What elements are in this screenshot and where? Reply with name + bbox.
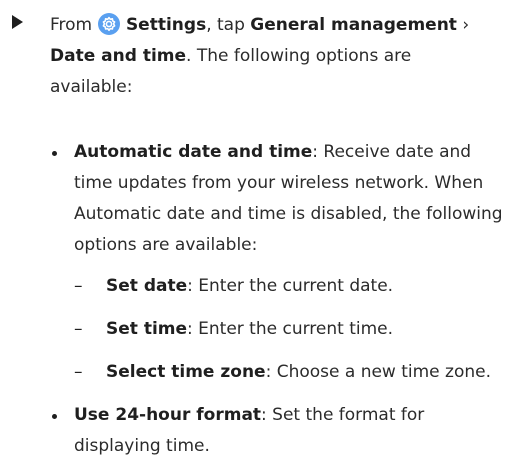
step-text: From Settings, tap General management › … <box>50 10 490 103</box>
dash-icon: – <box>74 362 83 382</box>
gear-icon <box>97 13 120 35</box>
sub-item-text: : Enter the current time. <box>187 319 394 339</box>
bullet-title: Automatic date and time <box>74 142 313 162</box>
options-list: Automatic date and time: Receive date an… <box>42 137 512 462</box>
date-and-time-label: Date and time <box>50 46 187 66</box>
sub-item-set-time: – Set time: Enter the current time. <box>74 314 512 345</box>
dash-icon: – <box>74 319 83 339</box>
bullet-icon <box>52 151 57 156</box>
chevron-right-icon: › <box>462 15 470 35</box>
instruction-document: From Settings, tap General management › … <box>0 0 527 456</box>
sub-item-select-time-zone: – Select time zone: Choose a new time zo… <box>74 357 512 388</box>
step-mid: , tap <box>206 15 245 35</box>
sub-item-title: Set time <box>106 319 188 339</box>
sub-item-title: Select time zone <box>106 362 266 382</box>
sub-item-text: : Enter the current date. <box>187 276 394 296</box>
dash-icon: – <box>74 276 83 296</box>
list-item-automatic-date-time: Automatic date and time: Receive date an… <box>42 137 512 388</box>
sub-options-list: – Set date: Enter the current date. – Se… <box>74 271 512 388</box>
bullet-title: Use 24-hour format <box>74 405 262 425</box>
triangle-right-icon <box>12 15 23 29</box>
list-item-24-hour-format: Use 24-hour format: Set the format for d… <box>42 400 512 462</box>
settings-label: Settings <box>125 15 207 35</box>
sub-item-set-date: – Set date: Enter the current date. <box>74 271 512 302</box>
sub-item-title: Set date <box>106 276 188 296</box>
instruction-step: From Settings, tap General management › … <box>12 10 517 103</box>
bullet-icon <box>52 414 57 419</box>
step-prefix: From <box>50 15 93 35</box>
sub-item-text: : Choose a new time zone. <box>265 362 492 382</box>
general-management-label: General management <box>250 15 457 35</box>
